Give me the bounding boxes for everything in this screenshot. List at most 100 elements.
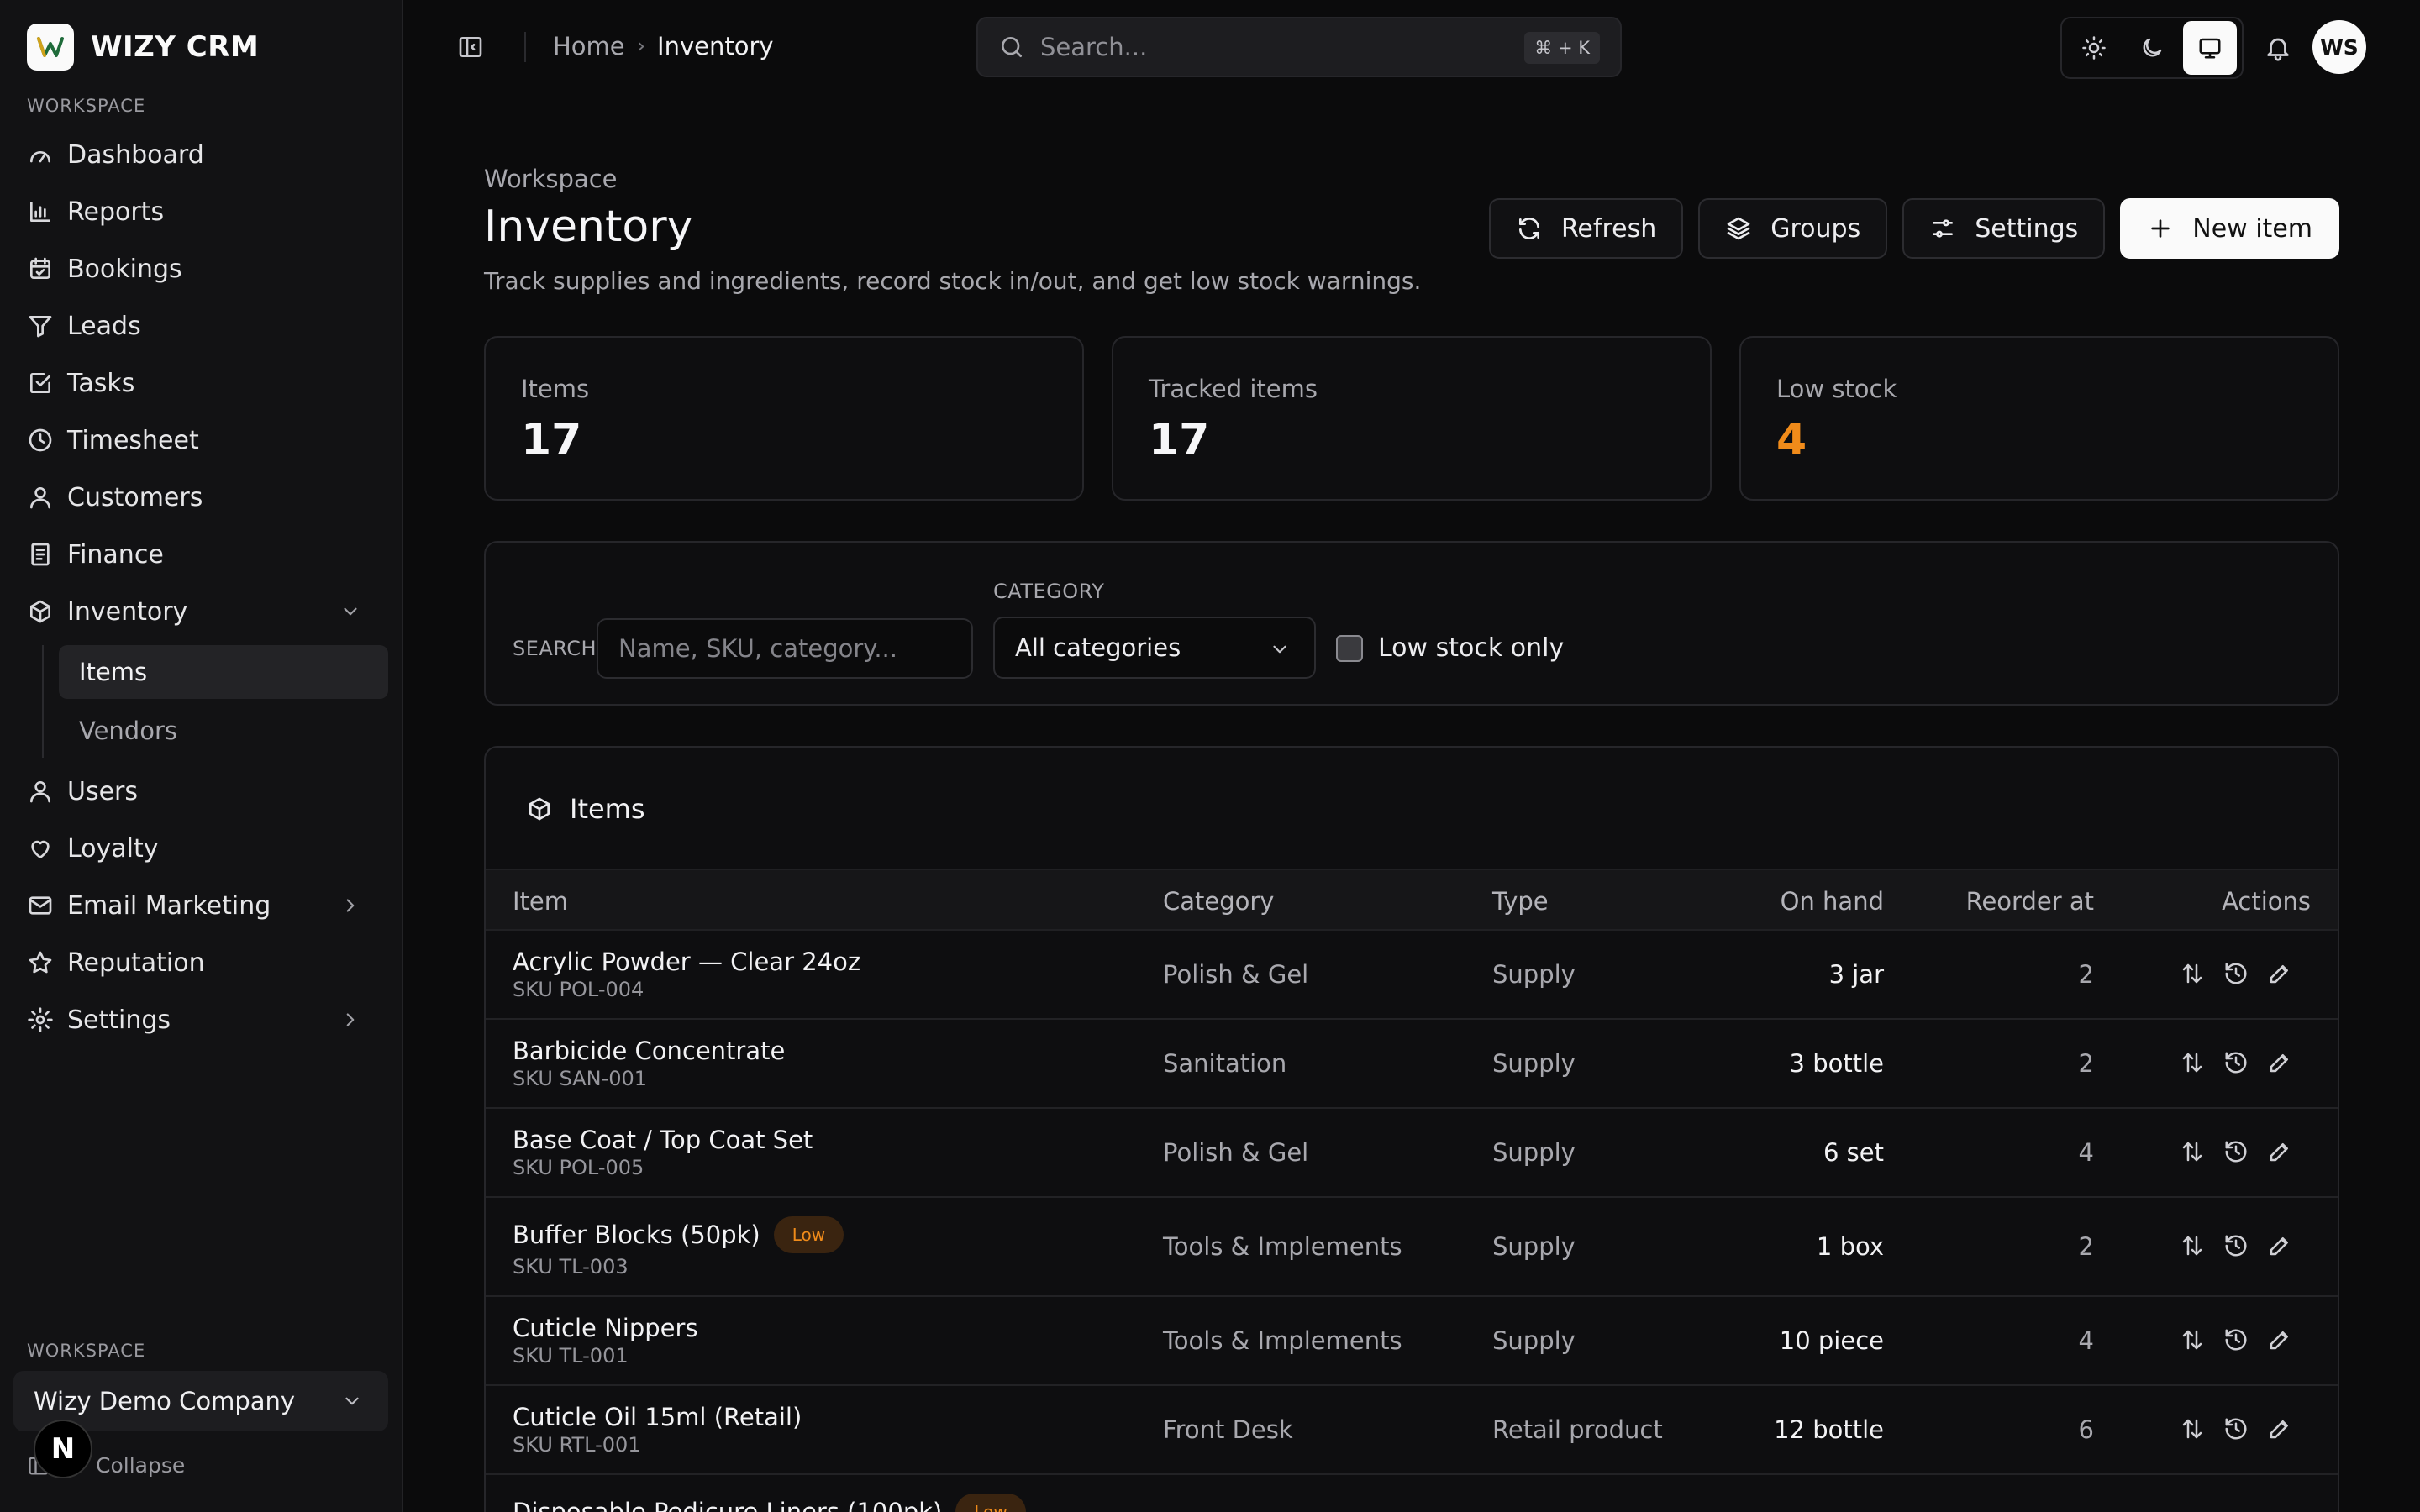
table-row[interactable]: Base Coat / Top Coat Set SKU POL-005 Polis… bbox=[486, 1109, 2338, 1198]
adjust-stock-button[interactable] bbox=[2180, 1050, 2205, 1075]
item-name[interactable]: Barbicide Concentrate bbox=[513, 1037, 785, 1065]
sidebar-toggle-icon[interactable] bbox=[457, 34, 484, 60]
sun-icon bbox=[2082, 36, 2107, 60]
global-search[interactable]: Search... ⌘ + K bbox=[976, 17, 1622, 77]
sidebar-item-inventory[interactable]: Inventory bbox=[13, 583, 390, 640]
col-reorder-at[interactable]: Reorder at bbox=[1966, 887, 2094, 916]
history-button[interactable] bbox=[2223, 1416, 2249, 1441]
gauge-icon bbox=[30, 151, 50, 163]
adjust-stock-button[interactable] bbox=[2180, 961, 2205, 986]
low-stock-toggle[interactable]: Low stock only bbox=[1336, 633, 1564, 663]
item-sku: SKU TL-001 bbox=[513, 1344, 629, 1368]
edit-button[interactable] bbox=[2267, 961, 2292, 986]
edit-button[interactable] bbox=[2267, 1050, 2292, 1075]
low-stock-checkbox[interactable] bbox=[1336, 634, 1363, 662]
settings-button[interactable]: Settings bbox=[1902, 198, 2106, 259]
calendar-icon bbox=[30, 257, 50, 279]
table-row[interactable]: Buffer Blocks (50pk) Low SKU TL-003 Tools &… bbox=[486, 1198, 2338, 1297]
col-item[interactable]: Item bbox=[513, 887, 568, 916]
col-type[interactable]: Type bbox=[1492, 887, 1549, 916]
category-select[interactable]: All categories bbox=[993, 617, 1316, 679]
sidebar-item-reports[interactable]: Reports bbox=[13, 183, 390, 240]
light-theme-button[interactable] bbox=[2067, 21, 2121, 75]
item-name[interactable]: Cuticle Nippers bbox=[513, 1314, 698, 1342]
history-button[interactable] bbox=[2223, 961, 2249, 986]
item-cell: Barbicide Concentrate SKU SAN-001 bbox=[513, 1037, 785, 1090]
sidebar-nav: Dashboard Reports Bookings Leads Tasks T… bbox=[13, 126, 390, 1048]
sidebar-item-timesheet[interactable]: Timesheet bbox=[13, 412, 390, 469]
sidebar-item-vendors[interactable]: Vendors bbox=[59, 704, 388, 758]
sidebar-item-label: Reputation bbox=[67, 948, 205, 978]
item-name[interactable]: Base Coat / Top Coat Set bbox=[513, 1126, 813, 1154]
brand[interactable]: WIZY CRM bbox=[27, 24, 259, 71]
item-name[interactable]: Buffer Blocks (50pk) bbox=[513, 1221, 760, 1249]
sidebar-item-email-marketing[interactable]: Email Marketing bbox=[13, 877, 390, 934]
sidebar-item-finance[interactable]: Finance bbox=[13, 526, 390, 583]
sidebar-item-users[interactable]: Users bbox=[13, 763, 390, 820]
sidebar-item-customers[interactable]: Customers bbox=[13, 469, 390, 526]
workspace-label: WORKSPACE bbox=[27, 1341, 146, 1361]
pencil-icon bbox=[2270, 1331, 2288, 1350]
dark-theme-button[interactable] bbox=[2125, 21, 2179, 75]
sidebar-item-loyalty[interactable]: Loyalty bbox=[13, 820, 390, 877]
table-row[interactable]: Cuticle Oil 15ml (Retail) SKU RTL-001 Fron… bbox=[486, 1386, 2338, 1475]
history-button[interactable] bbox=[2223, 1233, 2249, 1258]
adjust-stock-button[interactable] bbox=[2180, 1327, 2205, 1352]
table-row[interactable]: Disposable Pedicure Liners (100pk) Low bbox=[486, 1475, 2338, 1512]
arrows-up-down-icon bbox=[2182, 963, 2202, 984]
refresh-button[interactable]: Refresh bbox=[1488, 198, 1684, 259]
edit-button[interactable] bbox=[2267, 1139, 2292, 1164]
table-row[interactable]: Barbicide Concentrate SKU SAN-001 Sanitati… bbox=[486, 1020, 2338, 1109]
bell-icon[interactable] bbox=[2264, 34, 2292, 62]
col-category[interactable]: Category bbox=[1163, 887, 1274, 916]
n-badge-icon[interactable]: N bbox=[34, 1420, 92, 1478]
sidebar-item-reputation[interactable]: Reputation bbox=[13, 934, 390, 991]
sidebar-item-bookings[interactable]: Bookings bbox=[13, 240, 390, 297]
history-button[interactable] bbox=[2223, 1050, 2249, 1075]
sidebar-item-tasks[interactable]: Tasks bbox=[13, 354, 390, 412]
avatar[interactable]: WS bbox=[2312, 20, 2366, 74]
pencil-icon bbox=[2270, 1143, 2288, 1162]
col-on-hand[interactable]: On hand bbox=[1781, 887, 1884, 916]
groups-button[interactable]: Groups bbox=[1698, 198, 1888, 259]
adjust-stock-button[interactable] bbox=[2180, 1139, 2205, 1164]
item-name-wrap: Disposable Pedicure Liners (100pk) Low bbox=[513, 1494, 1026, 1512]
arrows-up-down-icon bbox=[2182, 1236, 2202, 1256]
category-cell: Polish & Gel bbox=[1163, 1138, 1309, 1167]
table-row[interactable]: Acrylic Powder — Clear 24oz SKU POL-004 Po… bbox=[486, 931, 2338, 1020]
box-icon bbox=[529, 797, 550, 821]
item-name[interactable]: Cuticle Oil 15ml (Retail) bbox=[513, 1403, 802, 1431]
history-icon bbox=[2225, 1052, 2247, 1074]
arrows-up-down-icon bbox=[2182, 1142, 2202, 1162]
edit-button[interactable] bbox=[2267, 1416, 2292, 1441]
sidebar-item-label: Finance bbox=[67, 539, 164, 570]
edit-button[interactable] bbox=[2267, 1327, 2292, 1352]
sliders-icon bbox=[1933, 219, 1954, 238]
sidebar-item-items[interactable]: Items bbox=[59, 645, 388, 699]
sidebar-item-label: Leads bbox=[67, 311, 141, 341]
inventory-subnav: Items Vendors bbox=[42, 645, 390, 758]
item-cell: Disposable Pedicure Liners (100pk) Low bbox=[513, 1494, 1026, 1512]
breadcrumb: Home › Inventory bbox=[553, 32, 774, 60]
system-theme-button[interactable] bbox=[2182, 21, 2237, 75]
sidebar-item-settings[interactable]: Settings bbox=[13, 991, 390, 1048]
sidebar-item-dashboard[interactable]: Dashboard bbox=[13, 126, 390, 183]
table-row[interactable]: Cuticle Nippers SKU TL-001 Tools & Impleme… bbox=[486, 1297, 2338, 1386]
breadcrumb-home[interactable]: Home bbox=[553, 32, 625, 60]
sidebar-item-leads[interactable]: Leads bbox=[13, 297, 390, 354]
item-name[interactable]: Disposable Pedicure Liners (100pk) bbox=[513, 1498, 942, 1512]
item-name[interactable]: Acrylic Powder — Clear 24oz bbox=[513, 948, 860, 976]
chevron-down-icon bbox=[345, 1397, 359, 1405]
item-cell: Buffer Blocks (50pk) Low SKU TL-003 bbox=[513, 1216, 844, 1278]
theme-switcher bbox=[2060, 17, 2244, 79]
item-search-input[interactable]: Name, SKU, category... bbox=[597, 618, 973, 679]
edit-button[interactable] bbox=[2267, 1233, 2292, 1258]
history-icon bbox=[2225, 1141, 2247, 1163]
adjust-stock-button[interactable] bbox=[2180, 1416, 2205, 1441]
history-button[interactable] bbox=[2223, 1139, 2249, 1164]
search-shortcut: ⌘ + K bbox=[1524, 32, 1600, 64]
new-item-button[interactable]: New item bbox=[2120, 198, 2339, 259]
history-button[interactable] bbox=[2223, 1327, 2249, 1352]
col-actions: Actions bbox=[2222, 887, 2311, 916]
adjust-stock-button[interactable] bbox=[2180, 1233, 2205, 1258]
